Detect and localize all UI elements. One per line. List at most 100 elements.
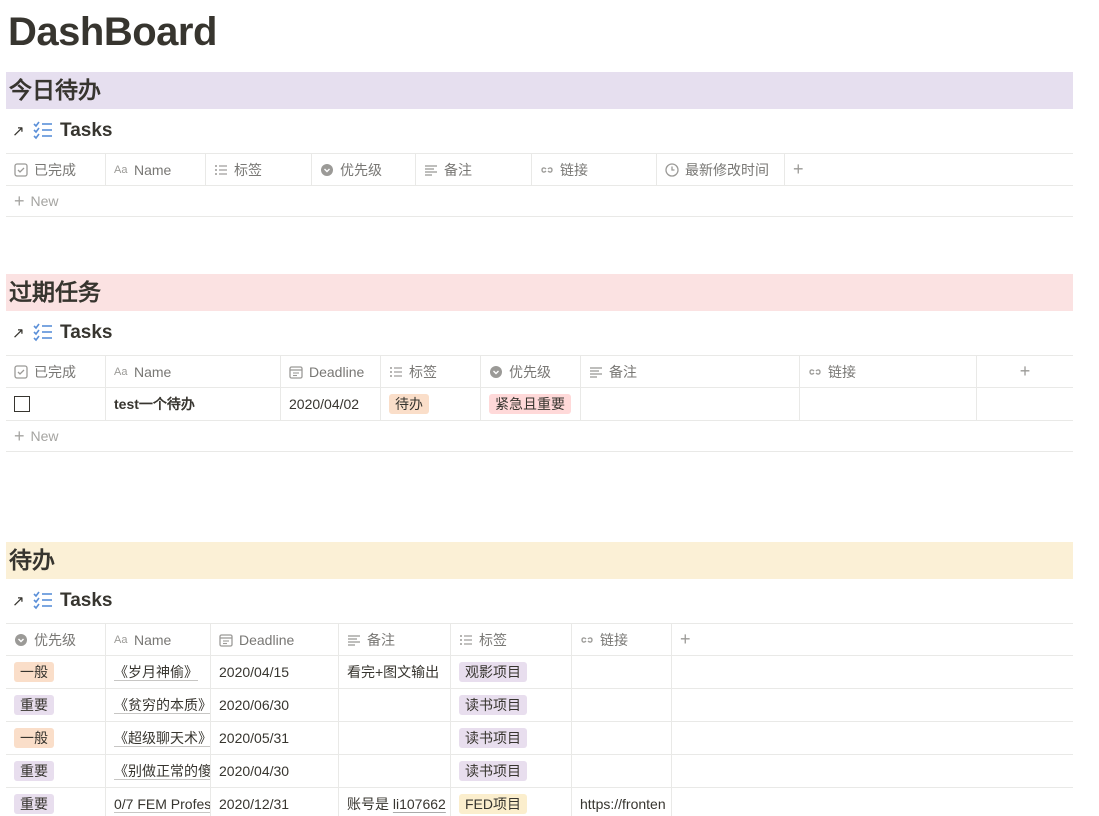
deadline-value: 2020/04/15: [219, 664, 290, 680]
name-cell[interactable]: 《超级聊天术》: [106, 722, 211, 754]
db-title-todo[interactable]: ↗ Tasks: [12, 586, 112, 616]
task-name: 《别做正常的傻: [114, 763, 211, 779]
task-name: 《贫穷的本质》: [114, 697, 211, 713]
note-cell[interactable]: [339, 689, 451, 721]
plus-icon: +: [793, 159, 804, 179]
open-link-arrow-icon[interactable]: ↗: [12, 592, 26, 610]
col-header-done[interactable]: 已完成: [6, 154, 106, 185]
col-header-name[interactable]: Aa Name: [106, 624, 211, 655]
deadline-cell[interactable]: 2020/04/15: [211, 656, 339, 688]
link-cell[interactable]: https://fronten: [572, 788, 672, 816]
link-cell[interactable]: [572, 689, 672, 721]
table-row[interactable]: test一个待办 2020/04/02 待办 紧急且重要: [6, 388, 1073, 421]
db-title-today[interactable]: ↗ Tasks: [12, 116, 112, 146]
list-property-icon: [215, 164, 227, 175]
empty-cell: [672, 788, 1073, 816]
db-title-label: Tasks: [60, 322, 113, 343]
new-row-button[interactable]: + New: [6, 186, 1073, 217]
table-row[interactable]: 重要 《贫穷的本质》 2020/06/30 读书项目: [6, 689, 1073, 722]
priority-cell[interactable]: 一般: [6, 656, 106, 688]
col-header-label: 备注: [367, 631, 395, 648]
deadline-cell[interactable]: 2020/04/02: [281, 388, 381, 420]
col-header-priority[interactable]: 优先级: [6, 624, 106, 655]
task-name: test一个待办: [114, 396, 195, 412]
deadline-cell[interactable]: 2020/04/30: [211, 755, 339, 787]
col-header-name[interactable]: Aa Name: [106, 356, 281, 387]
tag-cell[interactable]: 待办: [381, 388, 481, 420]
deadline-cell[interactable]: 2020/06/30: [211, 689, 339, 721]
col-header-link[interactable]: 链接: [800, 356, 977, 387]
tag-cell[interactable]: 读书项目: [451, 755, 572, 787]
col-header-name[interactable]: Aa Name: [106, 154, 206, 185]
priority-badge: 紧急且重要: [489, 394, 571, 414]
col-header-deadline[interactable]: Deadline: [211, 624, 339, 655]
col-header-link[interactable]: 链接: [572, 624, 672, 655]
link-cell[interactable]: [572, 722, 672, 754]
done-cell[interactable]: [6, 388, 106, 420]
tag-badge: 读书项目: [459, 761, 527, 781]
name-cell[interactable]: 《岁月神偷》: [106, 656, 211, 688]
col-header-tag[interactable]: 标签: [206, 154, 312, 185]
deadline-cell[interactable]: 2020/05/31: [211, 722, 339, 754]
col-header-tag[interactable]: 标签: [451, 624, 572, 655]
note-inline-link[interactable]: li107662: [393, 796, 446, 812]
name-cell[interactable]: 《贫穷的本质》: [106, 689, 211, 721]
table-row[interactable]: 一般 《超级聊天术》 2020/05/31 读书项目: [6, 722, 1073, 755]
section-header-overdue: 过期任务: [6, 274, 1073, 311]
note-cell[interactable]: 看完+图文输出: [339, 656, 451, 688]
col-header-label: 已完成: [34, 363, 76, 380]
task-name: 《超级聊天术》: [114, 730, 211, 746]
name-cell[interactable]: 0/7 FEM Profes: [106, 788, 211, 816]
col-header-priority[interactable]: 优先级: [312, 154, 416, 185]
col-header-link[interactable]: 链接: [532, 154, 657, 185]
link-cell[interactable]: [572, 755, 672, 787]
priority-cell[interactable]: 紧急且重要: [481, 388, 581, 420]
tag-cell[interactable]: 读书项目: [451, 689, 572, 721]
priority-badge: 一般: [14, 728, 54, 748]
col-header-note[interactable]: 备注: [339, 624, 451, 655]
col-header-priority[interactable]: 优先级: [481, 356, 581, 387]
priority-cell[interactable]: 重要: [6, 755, 106, 787]
tag-cell[interactable]: 读书项目: [451, 722, 572, 754]
col-header-deadline[interactable]: Deadline: [281, 356, 381, 387]
name-cell[interactable]: test一个待办: [106, 388, 281, 420]
col-header-label: 已完成: [34, 161, 76, 178]
col-header-label: 优先级: [34, 631, 76, 648]
col-header-tag[interactable]: 标签: [381, 356, 481, 387]
col-header-label: Deadline: [309, 363, 365, 380]
table-header-row: 优先级 Aa Name Deadline 备注 标签 链接 +: [6, 623, 1073, 656]
table-row[interactable]: 重要 0/7 FEM Profes 2020/12/31 账号是 li10766…: [6, 788, 1073, 816]
priority-cell[interactable]: 重要: [6, 689, 106, 721]
add-column-button[interactable]: +: [785, 154, 1073, 185]
open-link-arrow-icon[interactable]: ↗: [12, 122, 26, 140]
name-cell[interactable]: 《别做正常的傻: [106, 755, 211, 787]
note-cell[interactable]: [339, 722, 451, 754]
priority-badge: 重要: [14, 761, 54, 781]
deadline-cell[interactable]: 2020/12/31: [211, 788, 339, 816]
col-header-done[interactable]: 已完成: [6, 356, 106, 387]
deadline-value: 2020/04/30: [219, 763, 290, 779]
add-column-button[interactable]: +: [977, 356, 1073, 387]
col-header-note[interactable]: 备注: [581, 356, 800, 387]
priority-cell[interactable]: 一般: [6, 722, 106, 754]
open-link-arrow-icon[interactable]: ↗: [12, 324, 26, 342]
add-column-button[interactable]: +: [672, 624, 1073, 655]
db-title-overdue[interactable]: ↗ Tasks: [12, 318, 112, 348]
link-cell[interactable]: [800, 388, 977, 420]
link-cell[interactable]: [572, 656, 672, 688]
tag-badge: 观影项目: [459, 662, 527, 682]
note-cell[interactable]: [581, 388, 800, 420]
tag-cell[interactable]: 观影项目: [451, 656, 572, 688]
link-value[interactable]: https://fronten: [580, 796, 666, 812]
col-header-note[interactable]: 备注: [416, 154, 532, 185]
new-row-button[interactable]: + New: [6, 421, 1073, 452]
note-cell[interactable]: [339, 755, 451, 787]
note-cell[interactable]: 账号是 li107662: [339, 788, 451, 816]
col-header-last-edited[interactable]: 最新修改时间: [657, 154, 785, 185]
table-row[interactable]: 重要 《别做正常的傻 2020/04/30 读书项目: [6, 755, 1073, 788]
tag-cell[interactable]: FED项目: [451, 788, 572, 816]
done-checkbox[interactable]: [14, 396, 30, 412]
priority-cell[interactable]: 重要: [6, 788, 106, 816]
table-row[interactable]: 一般 《岁月神偷》 2020/04/15 看完+图文输出 观影项目: [6, 656, 1073, 689]
empty-cell: [672, 689, 1073, 721]
